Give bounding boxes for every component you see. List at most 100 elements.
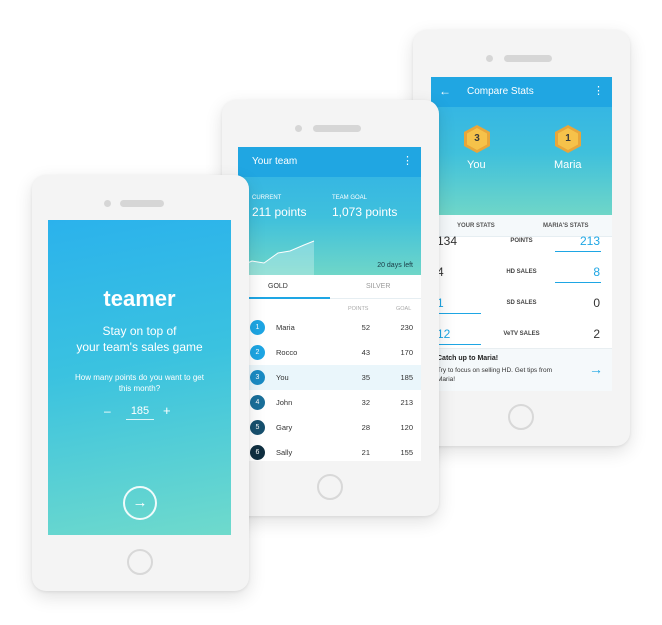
member-points: 52	[361, 323, 370, 332]
camera	[486, 55, 493, 62]
leaderboard-row[interactable]: 6 Sally 21 155	[238, 440, 421, 461]
leaderboard-row[interactable]: 5 Gary 28 120	[238, 415, 421, 440]
home-button	[508, 404, 534, 430]
leaderboard-row[interactable]: 1 Maria 52 230	[238, 315, 421, 340]
tab-silver[interactable]: SILVER	[366, 283, 390, 290]
rank-circle: 3	[250, 370, 265, 385]
member-name: Maria	[276, 323, 295, 332]
stat-value-other: 0	[593, 296, 600, 310]
more-vertical-icon[interactable]: ⋮	[593, 84, 604, 97]
home-button	[127, 549, 153, 575]
tagline-line-1: Stay on top of	[102, 324, 177, 338]
progress-sparkline	[238, 240, 315, 275]
member-goal: 230	[400, 323, 413, 332]
phone-your-team: Your team ⋮ CURRENT 211 points TEAM GOAL…	[222, 100, 439, 516]
stat-row: 1 SD SALES 0	[431, 291, 612, 319]
rank-circle: 2	[250, 345, 265, 360]
current-value: 211 points	[252, 205, 307, 219]
compare-header: ← Compare Stats ⋮ 3 You 1 Maria	[431, 77, 612, 215]
rank-circle: 1	[250, 320, 265, 335]
column-header-goal: GOAL	[396, 306, 412, 312]
goal-caption: TEAM GOAL	[332, 195, 368, 201]
next-button[interactable]: →	[123, 486, 157, 520]
member-points: 43	[361, 348, 370, 357]
tagline-line-2: your team's sales game	[76, 340, 203, 354]
leaderboard-row-current-user[interactable]: 3 You 35 185	[238, 365, 421, 390]
home-button	[317, 474, 343, 500]
member-name: John	[276, 398, 293, 407]
speaker	[120, 200, 164, 207]
leaderboard-row[interactable]: 2 Rocco 43 170	[238, 340, 421, 365]
tagline: Stay on top of your team's sales game	[48, 323, 231, 355]
phone-compare-stats: ← Compare Stats ⋮ 3 You 1 Maria YOUR STA…	[413, 30, 630, 446]
increment-button[interactable]: +	[163, 403, 171, 418]
compare-screen: ← Compare Stats ⋮ 3 You 1 Maria YOUR STA…	[431, 77, 612, 391]
arrow-right-icon[interactable]: →	[589, 361, 603, 377]
league-tabs: GOLD SILVER	[238, 275, 421, 299]
app-bar: Your team ⋮	[238, 147, 421, 177]
rank-badge-other: 1	[555, 125, 581, 153]
phone-welcome: teamer Stay on top of your team's sales …	[32, 175, 249, 591]
member-goal: 170	[400, 348, 413, 357]
tip-card[interactable]: Catch up to Maria! Try to focus on selli…	[431, 348, 612, 391]
arrow-left-icon[interactable]: ←	[439, 84, 451, 98]
tip-title: Catch up to Maria!	[437, 355, 499, 362]
stat-value-other: 8	[593, 265, 600, 279]
member-name: You	[276, 373, 289, 382]
camera	[104, 200, 111, 207]
member-points: 32	[361, 398, 370, 407]
member-name: Rocco	[276, 348, 298, 357]
stat-row: 4 HD SALES 8	[431, 260, 612, 288]
page-title: Compare Stats	[467, 86, 534, 97]
arrow-right-circle-icon: →	[132, 494, 148, 511]
camera	[295, 125, 302, 132]
member-goal: 155	[400, 448, 413, 457]
goal-question: How many points do you want to get this …	[75, 373, 204, 393]
rank-circle: 6	[250, 445, 265, 460]
member-goal: 213	[400, 398, 413, 407]
member-goal: 185	[400, 373, 413, 382]
rank-badge-number: 3	[467, 128, 487, 150]
tip-body: Try to focus on selling HD. Get tips fro…	[437, 367, 552, 383]
app-bar: ← Compare Stats ⋮	[431, 77, 612, 107]
member-points: 35	[361, 373, 370, 382]
goal-value: 1,073 points	[332, 205, 398, 219]
highlight-underline	[435, 344, 481, 345]
highlight-underline	[555, 282, 601, 283]
speaker	[313, 125, 361, 132]
player-name-other: Maria	[554, 159, 582, 171]
page-title: Your team	[252, 156, 298, 167]
days-left: 20 days left	[377, 262, 413, 269]
stat-label: VeTV SALES	[503, 331, 540, 337]
team-screen: Your team ⋮ CURRENT 211 points TEAM GOAL…	[238, 147, 421, 461]
rank-circle: 4	[250, 395, 265, 410]
leaderboard-row[interactable]: 4 John 32 213	[238, 390, 421, 415]
highlight-underline	[555, 251, 601, 252]
rank-badge-you: 3	[464, 125, 490, 153]
member-points: 21	[361, 448, 370, 457]
more-vertical-icon[interactable]: ⋮	[402, 154, 413, 167]
current-caption: CURRENT	[252, 195, 282, 201]
stat-label: HD SALES	[506, 269, 537, 275]
decrement-button[interactable]: –	[104, 404, 111, 418]
rank-circle: 5	[250, 420, 265, 435]
stat-row: 12 VeTV SALES 2	[431, 322, 612, 350]
stat-row: 134 POINTS 213	[431, 229, 612, 257]
player-name-you: You	[467, 159, 486, 171]
speaker	[504, 55, 552, 62]
tab-gold[interactable]: GOLD	[268, 283, 288, 290]
welcome-screen: teamer Stay on top of your team's sales …	[48, 220, 231, 535]
member-name: Sally	[276, 448, 293, 457]
stat-value-other: 213	[579, 234, 600, 248]
column-header-points: POINTS	[348, 306, 369, 312]
rank-badge-number: 1	[558, 128, 578, 150]
member-points: 28	[361, 423, 370, 432]
member-name: Gary	[276, 423, 293, 432]
highlight-underline	[435, 313, 481, 314]
stat-label: SD SALES	[506, 300, 537, 306]
tab-indicator	[238, 297, 330, 299]
app-logo: teamer	[103, 286, 176, 311]
team-header: Your team ⋮ CURRENT 211 points TEAM GOAL…	[238, 147, 421, 275]
member-goal: 120	[400, 423, 413, 432]
points-goal-input[interactable]: 185	[126, 405, 154, 420]
